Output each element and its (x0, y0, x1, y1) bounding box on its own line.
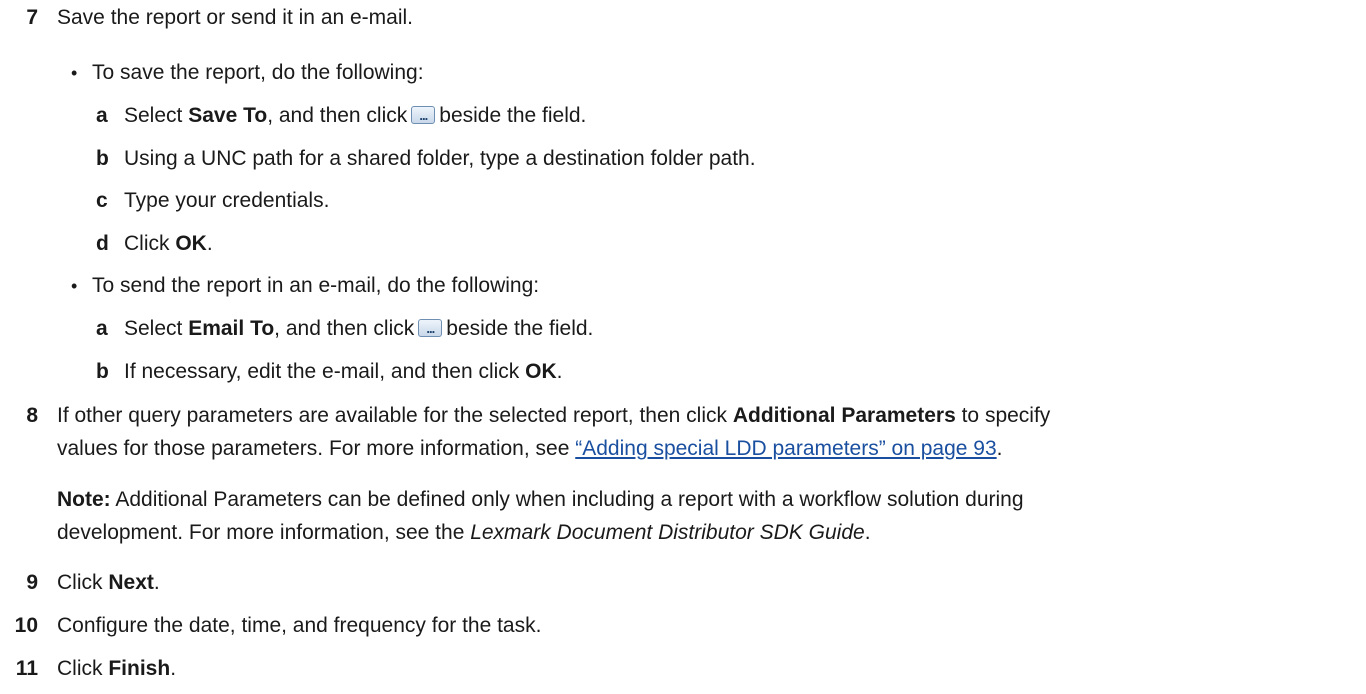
step-number: 8 (26, 404, 38, 427)
email-a-mid: , and then click (274, 317, 415, 340)
save-a-pre: Select (124, 104, 189, 127)
email-a-pre: Select (124, 317, 189, 340)
email-b-post: . (556, 360, 563, 383)
step-9-post: . (153, 571, 160, 594)
save-b-text: Using a UNC path for a shared folder, ty… (124, 147, 756, 170)
note-line-1: Note: Additional Parameters can be defin… (57, 486, 1024, 514)
ellipsis-browse-button-icon (418, 315, 443, 343)
ellipsis-browse-button-icon (411, 102, 436, 130)
email-b-text: If necessary, edit the e-mail, and then … (124, 358, 562, 386)
bullet-icon: • (71, 63, 78, 83)
additional-parameters-label: Additional Parameters (732, 404, 956, 427)
substep-letter: c (96, 189, 108, 212)
ok-label: OK (175, 232, 207, 255)
email-a-post: beside the field. (446, 317, 594, 340)
step-11-post: . (170, 657, 177, 680)
step-number: 10 (14, 614, 38, 637)
step-11-pre: Click (57, 657, 109, 680)
substep-letter: b (96, 147, 109, 170)
document-page: 7 Save the report or send it in an e-mai… (0, 0, 1366, 694)
step-8-line-2-pre: values for those parameters. For more in… (57, 437, 576, 460)
note-text-2-post: . (864, 521, 871, 544)
step-7-text: Save the report or send it in an e-mail. (57, 6, 414, 29)
step-8-line-2-post: . (996, 437, 1003, 460)
next-label: Next (108, 571, 154, 594)
save-a-text: Select Save To, and then click beside the… (124, 102, 586, 130)
substep-letter: d (96, 232, 109, 255)
email-bullet-text: To send the report in an e-mail, do the … (92, 274, 540, 297)
step-8-line-2: values for those parameters. For more in… (57, 435, 1002, 463)
step-8-pre: If other query parameters are available … (57, 404, 733, 427)
save-d-pre: Click (124, 232, 176, 255)
email-b-pre: If necessary, edit the e-mail, and then … (124, 360, 526, 383)
email-a-text: Select Email To, and then click beside th… (124, 315, 593, 343)
step-8-post: to specify (955, 404, 1051, 427)
step-number: 11 (15, 657, 38, 680)
step-10-text: Configure the date, time, and frequency … (57, 614, 542, 637)
save-d-post: . (206, 232, 213, 255)
save-a-mid: , and then click (267, 104, 408, 127)
save-a-post: beside the field. (439, 104, 587, 127)
note-text-1: Additional Parameters can be defined onl… (110, 488, 1024, 511)
step-8-line-1: If other query parameters are available … (57, 402, 1050, 430)
save-c-text: Type your credentials. (124, 189, 330, 212)
step-9-text: Click Next. (57, 569, 160, 597)
substep-letter: a (96, 104, 108, 127)
ldd-parameters-link[interactable]: “Adding special LDD parameters” on page … (575, 437, 996, 460)
substep-letter: b (96, 360, 109, 383)
save-to-label: Save To (188, 104, 268, 127)
step-11-text: Click Finish. (57, 655, 176, 683)
save-bullet-text: To save the report, do the following: (92, 61, 424, 84)
note-label: Note: (57, 488, 111, 511)
step-number: 7 (26, 6, 38, 29)
step-9-pre: Click (57, 571, 109, 594)
step-number: 9 (26, 571, 38, 594)
save-d-text: Click OK. (124, 230, 213, 258)
note-text-2-pre: development. For more information, see t… (57, 521, 471, 544)
sdk-guide-title: Lexmark Document Distributor SDK Guide (470, 521, 865, 544)
ok-label: OK (525, 360, 557, 383)
substep-letter: a (96, 317, 108, 340)
finish-label: Finish (108, 657, 171, 680)
email-to-label: Email To (188, 317, 275, 340)
note-line-2: development. For more information, see t… (57, 519, 871, 547)
bullet-icon: • (71, 276, 78, 296)
